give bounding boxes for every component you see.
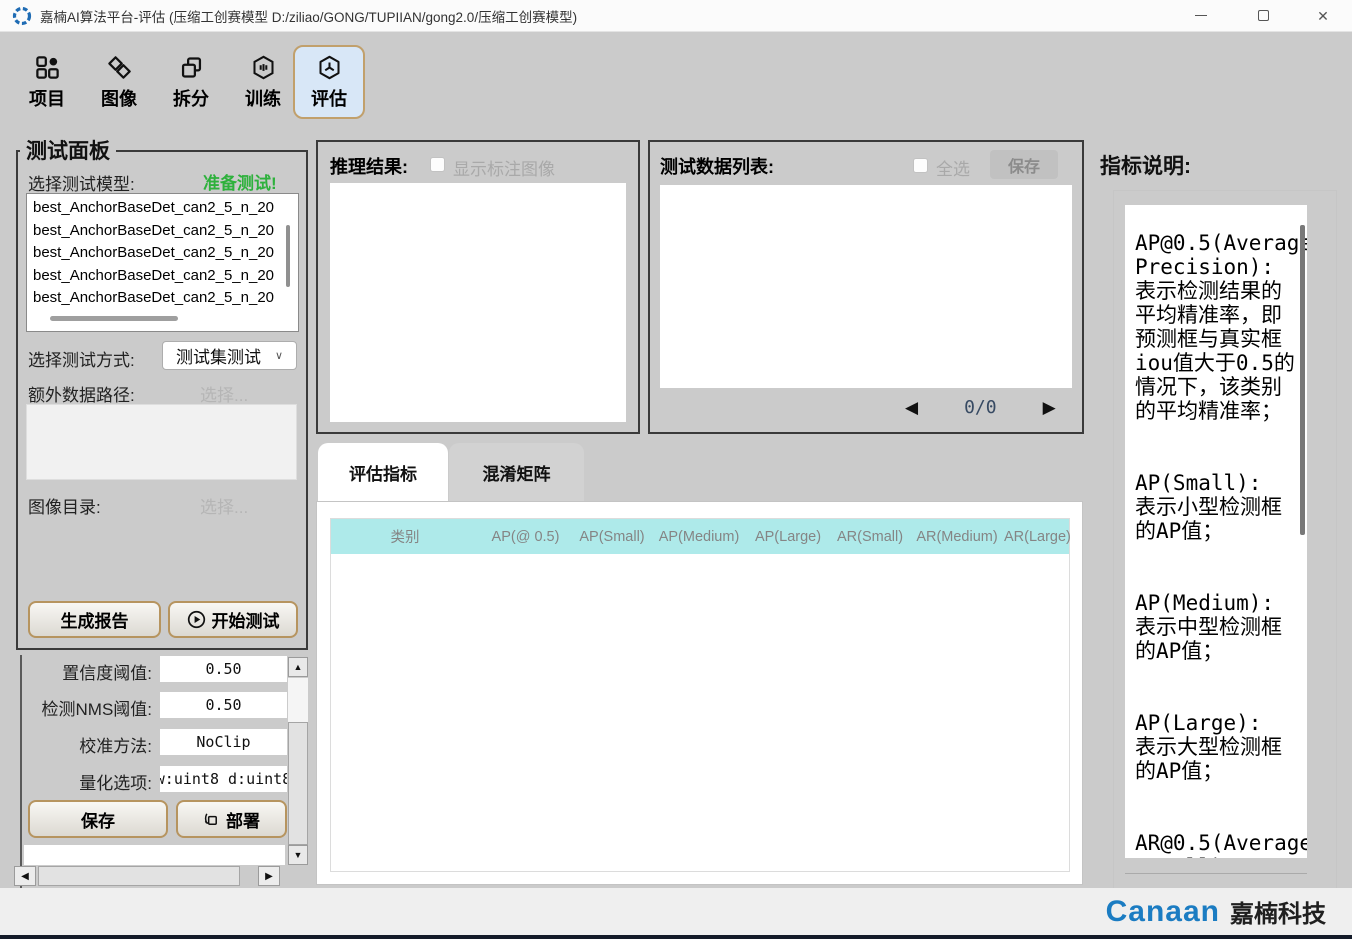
inference-image-area (330, 183, 626, 422)
metrics-table-header: 类别 AP(@ 0.5) AP(Small) AP(Medium) AP(Lar… (331, 519, 1071, 554)
page-count: 0/0 (964, 397, 997, 418)
test-method-dropdown[interactable]: 测试集测试 ∨ (162, 341, 297, 370)
model-list-item[interactable]: best_AnchorBaseDet_can2_5_n_20 (33, 220, 298, 243)
calibration-method-label: 校准方法: (79, 737, 152, 756)
test-data-list-area (660, 185, 1072, 388)
window-title: 嘉楠AI算法平台-评估 (压缩工创赛模型 D:/ziliao/GONG/TUPI… (40, 9, 578, 25)
title-bar: 嘉楠AI算法平台-评估 (压缩工创赛模型 D:/ziliao/GONG/TUPI… (0, 0, 1352, 32)
evaluate-icon (316, 54, 343, 81)
model-list-item[interactable]: best_AnchorBaseDet_can2_5_n_20 (33, 242, 298, 265)
close-icon: ✕ (1317, 7, 1329, 24)
app-logo-icon (12, 6, 32, 25)
window-bottom-edge (0, 935, 1352, 939)
column-header: AP(Medium) (658, 528, 740, 545)
minimize-button[interactable] (1178, 0, 1224, 31)
test-method-value: 测试集测试 (175, 348, 261, 367)
pagination: ◀ 0/0 ▶ (905, 397, 1056, 418)
column-header: 类别 (390, 530, 420, 546)
toolbar-button-evaluate[interactable]: 评估 (293, 45, 365, 119)
test-data-title: 测试数据列表: (660, 157, 774, 177)
column-header: AP(@ 0.5) (491, 528, 560, 545)
model-list-item[interactable]: best_AnchorBaseDet_can2_5_n_20 (33, 197, 298, 220)
calibration-method-field[interactable]: NoClip (160, 729, 287, 755)
select-all-label: 全选 (936, 160, 970, 179)
param-empty-row (24, 845, 285, 865)
image-icon (106, 54, 133, 81)
play-icon (187, 610, 206, 629)
metrics-help-title: 指标说明: (1100, 155, 1191, 178)
metrics-help-textarea: AP@0.5(Average Precision): 表示检测结果的 平均精准率… (1125, 205, 1307, 858)
scroll-up-button[interactable]: ▲ (288, 657, 308, 677)
help-vscrollbar[interactable] (1300, 225, 1305, 535)
grid-icon (34, 54, 61, 81)
hscroll-left-button[interactable]: ◀ (14, 866, 36, 886)
scroll-down-button[interactable]: ▼ (288, 845, 308, 865)
column-header: AP(Large) (754, 528, 822, 545)
close-button[interactable]: ✕ (1300, 0, 1346, 31)
footer: Canaan 嘉楠科技 (0, 888, 1352, 935)
save-data-button[interactable]: 保存 (990, 150, 1058, 179)
deploy-button[interactable]: 部署 (176, 800, 287, 838)
toolbar: 项目 图像 拆分 训练 评估 (0, 33, 1352, 127)
toolbar-button-train[interactable]: 训练 (230, 45, 296, 119)
model-list-vscrollbar[interactable] (286, 225, 290, 287)
quantize-options-field[interactable]: w:uint8 d:uint8 (160, 766, 287, 792)
test-panel-title: 测试面板 (20, 135, 116, 165)
metrics-help-content: AP@0.5(Average Precision): 表示检测结果的 平均精准率… (1135, 231, 1307, 858)
model-list-item[interactable]: best_AnchorBaseDet_can2_5_n_20 (33, 265, 298, 288)
metrics-table: 类别 AP(@ 0.5) AP(Small) AP(Medium) AP(Lar… (330, 518, 1071, 872)
model-list[interactable]: best_AnchorBaseDet_can2_5_n_20 best_Anch… (26, 193, 299, 332)
column-header: AR(Small) (836, 528, 904, 545)
toolbar-button-project[interactable]: 项目 (14, 45, 80, 119)
show-annotated-checkbox[interactable] (430, 157, 445, 172)
model-list-item[interactable]: best_AnchorBaseDet_can2_5_n_20 (33, 287, 298, 310)
confidence-threshold-field[interactable]: 0.50 (160, 656, 287, 682)
column-header: AR(Large) (1004, 528, 1071, 545)
canaan-logo: Canaan (1105, 894, 1220, 928)
param-vscroll-thumb[interactable] (288, 722, 308, 845)
confidence-threshold-label: 置信度阈值: (62, 664, 152, 683)
model-list-hscrollbar[interactable] (50, 316, 178, 321)
ready-status: 准备测试! (203, 174, 277, 193)
maximize-icon (1257, 10, 1269, 21)
inference-title: 推理结果: (330, 157, 408, 177)
param-hscroll-thumb[interactable] (38, 866, 240, 886)
save-config-button[interactable]: 保存 (28, 800, 168, 838)
select-all-checkbox[interactable] (913, 158, 928, 173)
start-test-button[interactable]: 开始测试 (168, 601, 298, 638)
extra-path-box (26, 404, 297, 480)
hscroll-right-button[interactable]: ▶ (258, 866, 280, 886)
generate-report-button[interactable]: 生成报告 (28, 601, 161, 638)
column-header: AP(Small) (579, 528, 645, 545)
method-label: 选择测试方式: (28, 351, 135, 370)
image-dir-choose-link[interactable]: 选择... (200, 493, 248, 518)
tab-eval-metrics[interactable]: 评估指标 (318, 443, 448, 501)
column-header: AR(Medium) (916, 528, 998, 545)
chip-deploy-icon (203, 811, 220, 828)
extra-path-choose-link[interactable]: 选择... (200, 381, 248, 406)
maximize-button[interactable] (1240, 0, 1286, 31)
nms-threshold-label: 检测NMS阈值: (41, 700, 153, 719)
extra-path-label: 额外数据路径: (28, 386, 135, 405)
train-icon (250, 54, 277, 81)
split-icon (178, 54, 205, 81)
chevron-down-icon: ∨ (274, 350, 284, 362)
page-prev-icon[interactable]: ◀ (905, 399, 918, 416)
nms-threshold-field[interactable]: 0.50 (160, 692, 287, 718)
page-next-icon[interactable]: ▶ (1043, 399, 1056, 416)
show-annotated-label: 显示标注图像 (453, 160, 555, 179)
model-select-label: 选择测试模型: (28, 175, 135, 194)
toolbar-button-image[interactable]: 图像 (86, 45, 152, 119)
company-name: 嘉楠科技 (1230, 901, 1326, 928)
image-dir-label: 图像目录: (28, 498, 101, 517)
toolbar-button-split[interactable]: 拆分 (158, 45, 224, 119)
quantize-options-label: 量化选项: (79, 774, 152, 793)
minimize-icon (1195, 15, 1207, 16)
help-divider (1125, 873, 1307, 874)
tab-confusion-matrix[interactable]: 混淆矩阵 (449, 443, 584, 501)
